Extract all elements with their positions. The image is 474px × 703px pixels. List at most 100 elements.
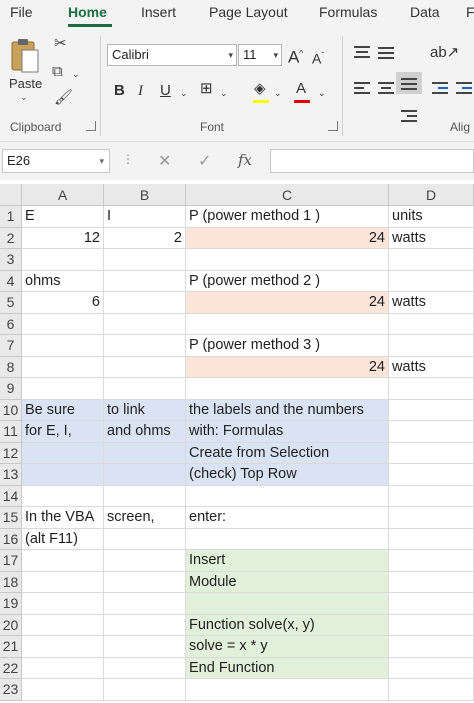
cell-d22[interactable] — [389, 657, 474, 679]
font-color-dropdown-caret[interactable]: ⌄ — [318, 84, 326, 102]
cell-c10[interactable]: the labels and the numbers — [186, 399, 389, 421]
cell-b13[interactable] — [104, 464, 186, 486]
font-name-combo[interactable]: Calibri ▾ — [107, 44, 237, 66]
cell-c20[interactable]: Function solve(x, y) — [186, 614, 389, 636]
align-right-icon[interactable] — [401, 110, 417, 124]
row-header-6[interactable]: 6 — [0, 313, 22, 335]
cell-c23[interactable] — [186, 679, 389, 701]
cell-a5[interactable]: 6 — [22, 292, 104, 314]
cell-a20[interactable] — [22, 614, 104, 636]
cell-a11[interactable]: for E, I, — [22, 421, 104, 443]
cell-c4[interactable]: P (power method 2 ) — [186, 270, 389, 292]
cell-d1[interactable]: units — [389, 206, 474, 228]
cell-d15[interactable] — [389, 507, 474, 529]
row-header-23[interactable]: 23 — [0, 679, 22, 701]
align-left-icon[interactable] — [354, 82, 370, 96]
cell-c7[interactable]: P (power method 3 ) — [186, 335, 389, 357]
row-header-16[interactable]: 16 — [0, 528, 22, 550]
cell-a10[interactable]: Be sure — [22, 399, 104, 421]
row-header-3[interactable]: 3 — [0, 249, 22, 271]
cell-a13[interactable] — [22, 464, 104, 486]
align-center-icon[interactable] — [378, 82, 394, 96]
cell-a2[interactable]: 12 — [22, 227, 104, 249]
cell-a8[interactable] — [22, 356, 104, 378]
cell-c15[interactable]: enter: — [186, 507, 389, 529]
row-header-19[interactable]: 19 — [0, 593, 22, 615]
cell-a9[interactable] — [22, 378, 104, 400]
cell-b19[interactable] — [104, 593, 186, 615]
cell-b23[interactable] — [104, 679, 186, 701]
cell-d6[interactable] — [389, 313, 474, 335]
cell-d10[interactable] — [389, 399, 474, 421]
cell-c9[interactable] — [186, 378, 389, 400]
cell-a18[interactable] — [22, 571, 104, 593]
row-header-8[interactable]: 8 — [0, 356, 22, 378]
cell-c5[interactable]: 24 — [186, 292, 389, 314]
tab-insert[interactable]: Insert — [141, 4, 176, 20]
top-align-icon[interactable] — [354, 46, 370, 60]
row-header-2[interactable]: 2 — [0, 227, 22, 249]
cut-icon[interactable]: ✂ — [54, 36, 67, 52]
cell-d21[interactable] — [389, 636, 474, 658]
cell-b9[interactable] — [104, 378, 186, 400]
cell-d12[interactable] — [389, 442, 474, 464]
cell-a14[interactable] — [22, 485, 104, 507]
row-header-5[interactable]: 5 — [0, 292, 22, 314]
cell-c2[interactable]: 24 — [186, 227, 389, 249]
cell-a22[interactable] — [22, 657, 104, 679]
font-launcher-icon[interactable] — [328, 121, 338, 131]
cell-c1[interactable]: P (power method 1 ) — [186, 206, 389, 228]
column-header-b[interactable]: B — [104, 184, 186, 206]
name-box[interactable]: E26 ▾ — [2, 149, 110, 173]
cell-b4[interactable] — [104, 270, 186, 292]
row-header-11[interactable]: 11 — [0, 421, 22, 443]
cell-c8[interactable]: 24 — [186, 356, 389, 378]
column-header-c[interactable]: C — [186, 184, 389, 206]
copy-icon[interactable]: ⧉ — [52, 64, 63, 80]
cell-c13[interactable]: (check) Top Row — [186, 464, 389, 486]
column-header-a[interactable]: A — [22, 184, 104, 206]
row-header-21[interactable]: 21 — [0, 636, 22, 658]
decrease-indent-icon[interactable] — [432, 82, 448, 96]
row-header-4[interactable]: 4 — [0, 270, 22, 292]
insert-function-icon[interactable]: fx — [238, 151, 252, 169]
grow-font-button[interactable]: A^ — [288, 45, 303, 67]
tab-review-partial[interactable]: F — [466, 4, 474, 20]
row-header-13[interactable]: 13 — [0, 464, 22, 486]
row-header-22[interactable]: 22 — [0, 657, 22, 679]
cell-b14[interactable] — [104, 485, 186, 507]
cell-d17[interactable] — [389, 550, 474, 572]
row-header-18[interactable]: 18 — [0, 571, 22, 593]
formula-input[interactable] — [270, 149, 474, 173]
shrink-font-button[interactable]: Aˇ — [312, 47, 324, 68]
font-size-combo[interactable]: 11 ▾ — [238, 44, 282, 66]
tab-file[interactable]: File — [10, 4, 33, 20]
clipboard-launcher-icon[interactable] — [86, 121, 96, 131]
column-header-d[interactable]: D — [389, 184, 474, 206]
row-header-10[interactable]: 10 — [0, 399, 22, 421]
cell-b7[interactable] — [104, 335, 186, 357]
bold-button[interactable]: B — [114, 82, 125, 100]
cell-a7[interactable] — [22, 335, 104, 357]
format-painter-icon[interactable]: 🖌 — [54, 90, 73, 106]
cell-a3[interactable] — [22, 249, 104, 271]
cell-b17[interactable] — [104, 550, 186, 572]
cell-d3[interactable] — [389, 249, 474, 271]
cell-b8[interactable] — [104, 356, 186, 378]
paste-button-label[interactable]: Paste — [9, 76, 42, 91]
cell-d5[interactable]: watts — [389, 292, 474, 314]
cell-d7[interactable] — [389, 335, 474, 357]
cell-a1[interactable]: E — [22, 206, 104, 228]
resize-handle-icon[interactable]: ⋮ — [122, 152, 134, 166]
cell-a23[interactable] — [22, 679, 104, 701]
cell-c17[interactable]: Insert — [186, 550, 389, 572]
cell-c16[interactable] — [186, 528, 389, 550]
row-header-20[interactable]: 20 — [0, 614, 22, 636]
cell-c22[interactable]: End Function — [186, 657, 389, 679]
underline-button[interactable]: U — [160, 82, 171, 100]
row-header-12[interactable]: 12 — [0, 442, 22, 464]
cell-d11[interactable] — [389, 421, 474, 443]
enter-icon[interactable]: ✓ — [198, 151, 211, 171]
row-header-7[interactable]: 7 — [0, 335, 22, 357]
cell-b1[interactable]: I — [104, 206, 186, 228]
